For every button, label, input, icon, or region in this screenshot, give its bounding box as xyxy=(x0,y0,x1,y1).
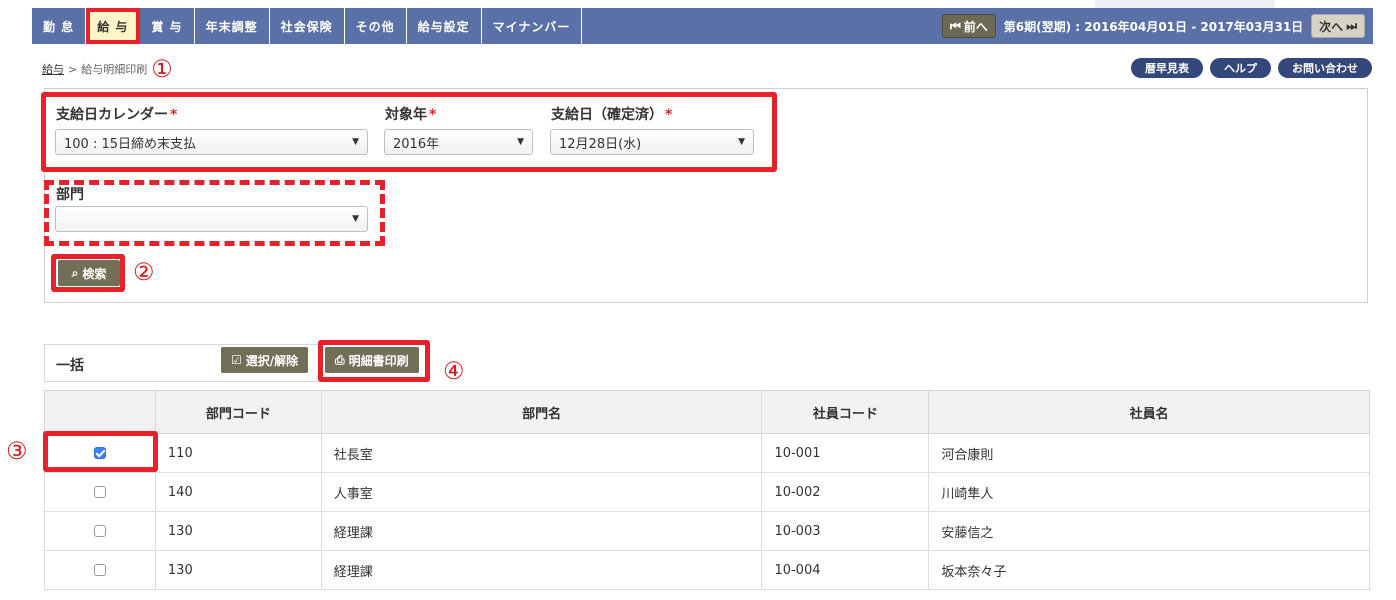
tab-my-number[interactable]: マイナンバー xyxy=(482,8,583,44)
main-tabs: 勤 怠 給 与 賞 与 年末調整 社会保険 その他 給与設定 マイナンバー xyxy=(32,8,583,44)
tab-year-end[interactable]: 年末調整 xyxy=(195,8,270,44)
bulk-label: 一括 xyxy=(56,358,84,374)
next-label: 次へ xyxy=(1319,19,1344,34)
emp-name-cell: 川崎隼人 xyxy=(928,472,1370,512)
table-row[interactable]: 110 社長室 10-001 河合康則 xyxy=(44,433,1370,473)
year-field-label: 対象年 * xyxy=(385,104,436,124)
year-label-text: 対象年 xyxy=(385,107,427,123)
breadcrumb-separator: > xyxy=(68,62,78,76)
year-select-value: 2016年 xyxy=(393,136,440,152)
payday-field-label: 支給日（確定済） * xyxy=(551,104,672,124)
dept-name-cell: 経理課 xyxy=(320,550,763,590)
period-text: 第6期(翌期) : 2016年04月01日 - 2017年03月31日 xyxy=(1003,19,1304,34)
dept-name-cell: 社長室 xyxy=(320,433,763,473)
row-select-cell xyxy=(44,472,156,512)
calendar-field-label: 支給日カレンダー * xyxy=(56,104,177,124)
annotation-marker-2: ② xyxy=(133,258,155,286)
table-row[interactable]: 130 経理課 10-003 安藤信之 xyxy=(44,511,1370,551)
dept-select[interactable]: ▼ xyxy=(55,206,368,232)
emp-name-cell: 坂本奈々子 xyxy=(928,550,1370,590)
tab-salary-settings[interactable]: 給与設定 xyxy=(407,8,482,44)
prev-period-button[interactable]: ⏮ 前へ xyxy=(941,14,996,38)
tab-bonus[interactable]: 賞 与 xyxy=(140,8,195,44)
dept-code-cell: 130 xyxy=(154,550,322,590)
year-select[interactable]: 2016年 ▼ xyxy=(384,129,533,155)
print-statements-button[interactable]: ⎙ 明細書印刷 xyxy=(325,347,419,373)
skip-forward-icon: ⏭ xyxy=(1346,18,1357,33)
row-select-cell xyxy=(44,550,156,590)
header-dept-name[interactable]: 部門名 xyxy=(320,390,763,434)
select-toggle-label: 選択/解除 xyxy=(245,353,299,368)
print-button-label: 明細書印刷 xyxy=(348,353,409,368)
period-selector: ⏮ 前へ 第6期(翌期) : 2016年04月01日 - 2017年03月31日… xyxy=(941,13,1365,39)
tab-salary[interactable]: 給 与 xyxy=(86,8,141,44)
required-mark: * xyxy=(170,107,178,123)
annotation-marker-1: ① xyxy=(151,55,173,83)
dept-field-label: 部門 xyxy=(56,187,84,203)
calendar-select-value: 100 : 15日締め末支払 xyxy=(64,136,196,152)
header-links: 暦早見表 ヘルプ お問い合わせ xyxy=(1131,58,1372,78)
select-toggle-button[interactable]: ☑ 選択/解除 xyxy=(221,347,309,373)
chevron-down-icon: ▼ xyxy=(352,137,359,147)
checkbox-icon: ☑ xyxy=(231,353,242,367)
payday-label-text: 支給日（確定済） xyxy=(551,107,663,123)
tab-other[interactable]: その他 xyxy=(345,8,407,44)
emp-code-cell: 10-003 xyxy=(761,511,930,551)
dept-code-cell: 130 xyxy=(154,511,322,551)
skip-back-icon: ⏮ xyxy=(949,18,961,33)
emp-name-cell: 安藤信之 xyxy=(928,511,1370,551)
emp-code-cell: 10-001 xyxy=(761,433,930,473)
annotation-marker-3: ③ xyxy=(6,437,28,465)
row-checkbox[interactable] xyxy=(93,564,106,576)
breadcrumb: 給与 > 給与明細印刷 ① xyxy=(42,57,173,81)
table-row[interactable]: 130 経理課 10-004 坂本奈々子 xyxy=(44,550,1370,590)
top-navigation: 勤 怠 給 与 賞 与 年末調整 社会保険 その他 給与設定 マイナンバー ⏮ … xyxy=(0,0,1396,44)
chevron-down-icon: ▼ xyxy=(738,137,745,147)
row-select-cell xyxy=(44,511,156,551)
table-row[interactable]: 140 人事室 10-002 川崎隼人 xyxy=(44,472,1370,512)
breadcrumb-parent-link[interactable]: 給与 xyxy=(42,61,64,77)
tab-social-insurance[interactable]: 社会保険 xyxy=(270,8,345,44)
header-dept-code[interactable]: 部門コード xyxy=(154,390,322,434)
calendar-label-text: 支給日カレンダー xyxy=(56,107,168,123)
header-emp-name[interactable]: 社員名 xyxy=(928,390,1370,434)
row-checkbox[interactable] xyxy=(93,525,106,537)
search-button-label: 検索 xyxy=(82,266,107,281)
employee-table: 部門コード 部門名 社員コード 社員名 110 社長室 10-001 河合康則 … xyxy=(44,390,1370,590)
chevron-down-icon: ▼ xyxy=(352,214,359,224)
header-emp-code[interactable]: 社員コード xyxy=(761,390,930,434)
dept-name-cell: 人事室 xyxy=(320,472,763,512)
required-mark: * xyxy=(429,107,437,123)
contact-button[interactable]: お問い合わせ xyxy=(1278,58,1372,78)
annotation-marker-4: ④ xyxy=(443,357,465,385)
dept-code-cell: 140 xyxy=(154,472,322,512)
header-select xyxy=(44,390,156,434)
emp-code-cell: 10-002 xyxy=(761,472,930,512)
chevron-down-icon: ▼ xyxy=(517,137,524,147)
nav-bar: 勤 怠 給 与 賞 与 年末調整 社会保険 その他 給与設定 マイナンバー ⏮ … xyxy=(32,8,1373,44)
highlight-checkbox-box xyxy=(43,431,158,472)
nav-top-strip xyxy=(1095,0,1275,8)
emp-code-cell: 10-004 xyxy=(761,550,930,590)
tab-attendance[interactable]: 勤 怠 xyxy=(32,8,87,44)
breadcrumb-current: 給与明細印刷 xyxy=(81,63,148,76)
payday-select[interactable]: 12月28日(水) ▼ xyxy=(550,129,754,155)
dept-name-cell: 経理課 xyxy=(320,511,763,551)
table-header-row: 部門コード 部門名 社員コード 社員名 xyxy=(44,390,1370,434)
printer-icon: ⎙ xyxy=(335,352,345,367)
emp-name-cell: 河合康則 xyxy=(928,433,1370,473)
prev-label: 前へ xyxy=(963,19,988,34)
search-icon: ⌕ xyxy=(71,265,79,280)
payday-select-value: 12月28日(水) xyxy=(559,136,642,152)
help-button[interactable]: ヘルプ xyxy=(1210,58,1271,78)
search-button[interactable]: ⌕ 検索 xyxy=(58,260,120,286)
calendar-select[interactable]: 100 : 15日締め末支払 ▼ xyxy=(55,129,368,155)
row-checkbox[interactable] xyxy=(93,486,106,498)
next-period-button[interactable]: 次へ ⏭ xyxy=(1311,14,1365,38)
required-mark: * xyxy=(665,107,673,123)
calendar-chart-button[interactable]: 暦早見表 xyxy=(1131,58,1203,78)
dept-code-cell: 110 xyxy=(154,433,322,473)
